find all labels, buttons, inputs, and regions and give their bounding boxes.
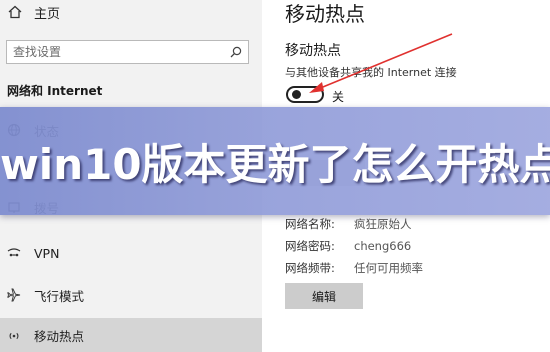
home-nav-item[interactable]: 主页 [8, 2, 60, 22]
banner-title: win10版本更新了怎么开热点 [0, 140, 550, 189]
toggle-knob [292, 90, 301, 99]
vpn-icon [7, 248, 21, 257]
network-name-row: 网络名称: 疯狂原始人 [285, 216, 412, 232]
sidebar-item-airplane-mode[interactable]: 飞行模式 [0, 278, 262, 312]
network-password-value: cheng666 [354, 239, 412, 253]
network-band-key: 网络频带: [285, 261, 335, 275]
airplane-icon [7, 288, 21, 302]
hotspot-icon [9, 332, 19, 340]
section-title: 网络和 Internet [7, 84, 103, 98]
search-icon[interactable] [230, 46, 242, 58]
page-title: 移动热点 [285, 2, 365, 26]
sidebar-item-label: VPN [34, 245, 60, 261]
sidebar-item-label: 飞行模式 [34, 288, 85, 304]
toggle-state-label: 关 [332, 90, 345, 104]
network-name-value: 疯狂原始人 [354, 217, 412, 231]
settings-search-box[interactable] [6, 40, 249, 64]
hotspot-setting-heading: 移动热点 [285, 43, 341, 59]
sidebar-item-vpn[interactable]: VPN [0, 236, 262, 270]
network-password-row: 网络密码: cheng666 [285, 238, 411, 254]
network-password-key: 网络密码: [285, 239, 335, 253]
title-banner: win10版本更新了怎么开热点 [0, 107, 550, 215]
home-icon [8, 5, 22, 19]
network-band-row: 网络频带: 任何可用频率 [285, 260, 423, 276]
hotspot-setting-description: 与其他设备共享我的 Internet 连接 [285, 66, 457, 79]
home-label: 主页 [34, 6, 61, 22]
edit-button[interactable]: 编辑 [285, 283, 363, 309]
sidebar-item-label: 移动热点 [34, 328, 85, 344]
network-name-key: 网络名称: [285, 217, 335, 231]
network-band-value: 任何可用频率 [354, 261, 423, 275]
settings-search-input[interactable] [13, 45, 230, 59]
sidebar-item-mobile-hotspot[interactable]: 移动热点 [0, 318, 262, 352]
hotspot-toggle[interactable] [286, 86, 324, 103]
